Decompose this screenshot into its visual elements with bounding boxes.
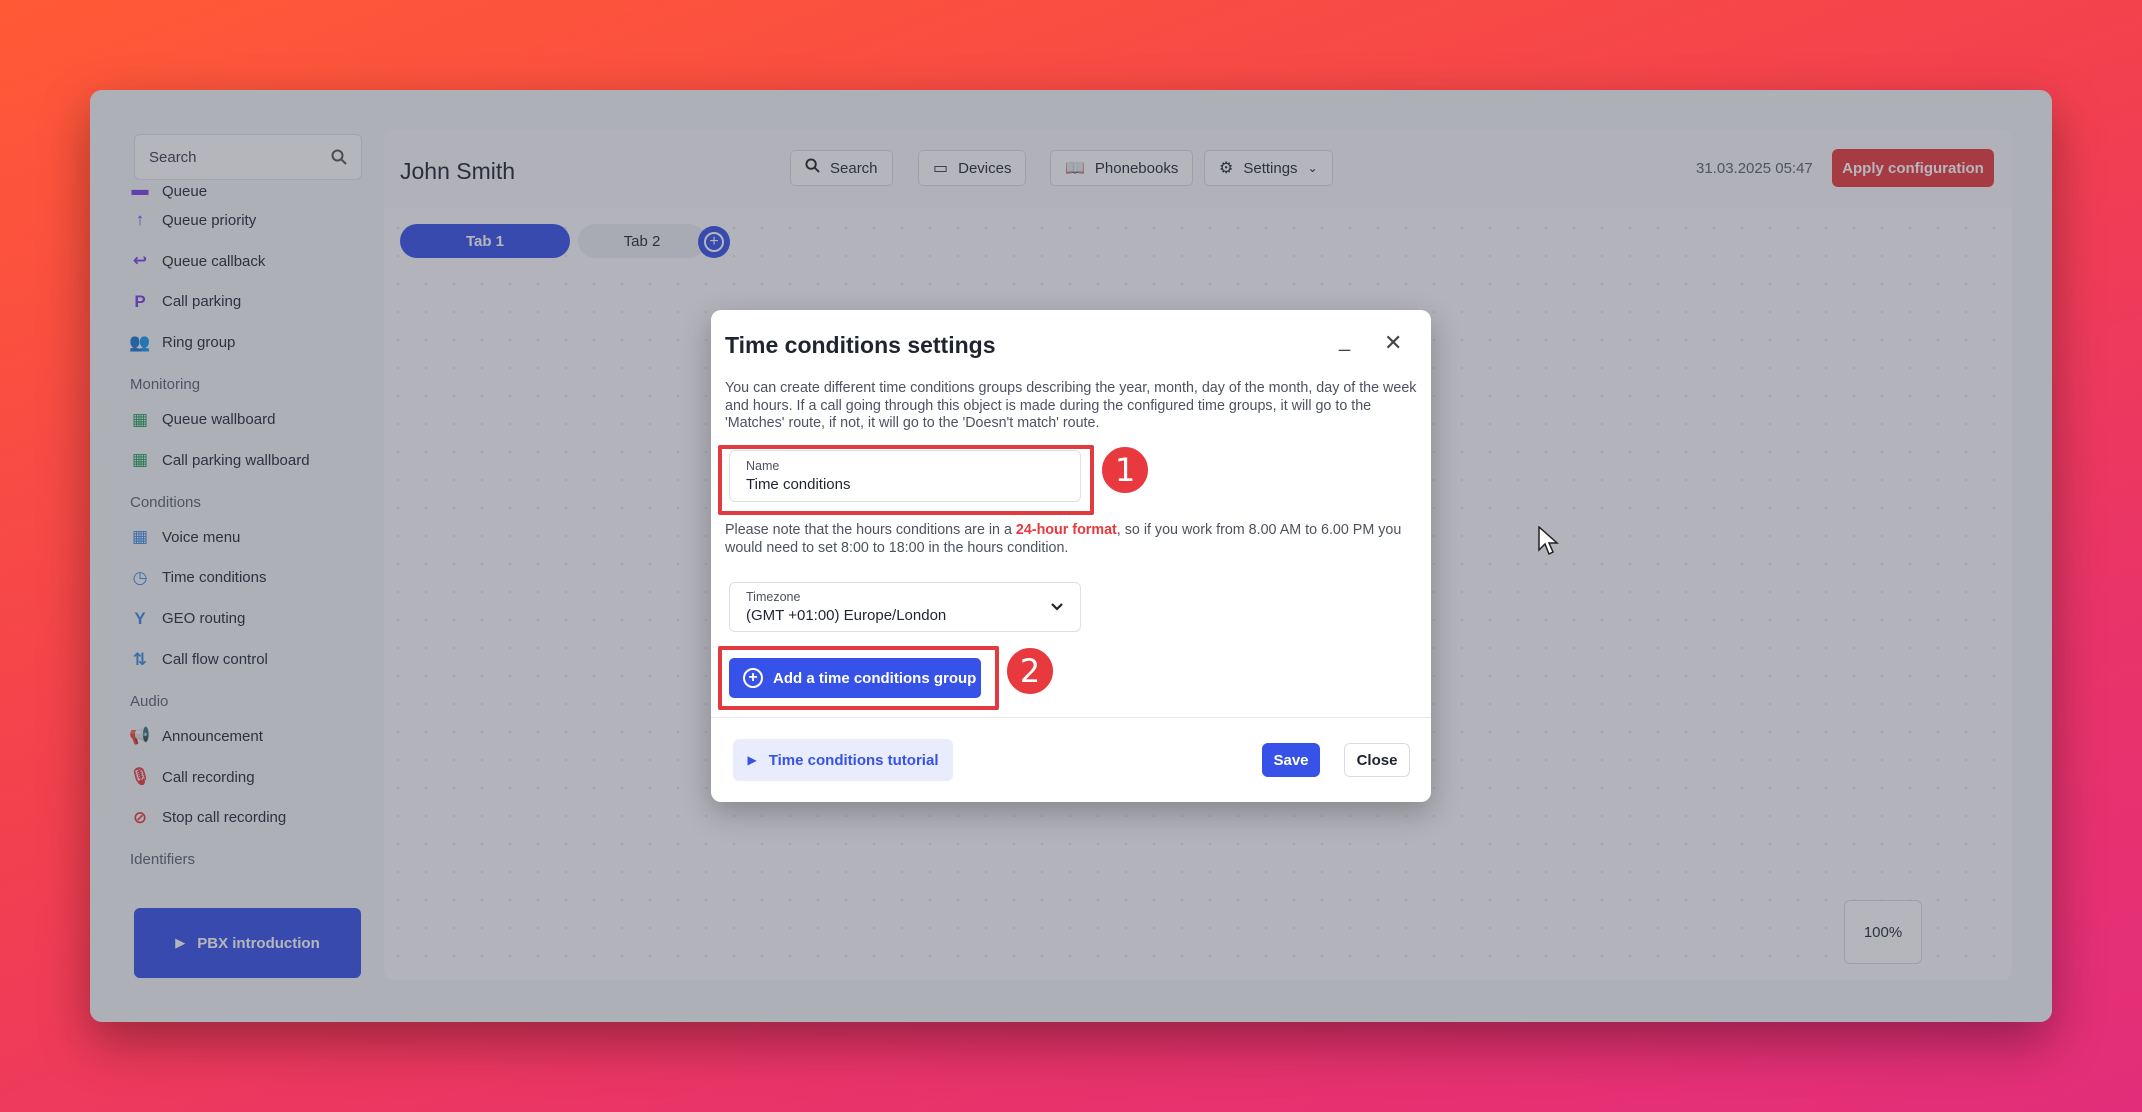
modal-divider	[711, 717, 1431, 718]
highlight-box-name	[718, 445, 1094, 515]
modal-description: You can create different time conditions…	[725, 380, 1417, 431]
close-icon[interactable]: ✕	[1384, 330, 1402, 356]
modal-title: Time conditions settings	[725, 332, 996, 358]
hours-note-text-1: Please note that the hours conditions ar…	[725, 522, 1016, 538]
play-icon: ▶	[747, 753, 757, 767]
minimize-icon[interactable]: _	[1339, 330, 1350, 353]
tutorial-label: Time conditions tutorial	[768, 751, 939, 769]
close-button[interactable]: Close	[1344, 743, 1410, 777]
chevron-down-icon	[1050, 599, 1064, 615]
hours-note: Please note that the hours conditions ar…	[725, 522, 1421, 557]
highlight-box-add-group	[718, 646, 999, 710]
step-badge-1: 1	[1099, 444, 1151, 496]
timezone-value: (GMT +01:00) Europe/London	[746, 607, 947, 624]
hours-note-highlight: 24-hour format	[1015, 522, 1117, 538]
time-conditions-tutorial-button[interactable]: ▶ Time conditions tutorial	[733, 739, 953, 781]
mouse-cursor-icon	[1538, 526, 1559, 556]
time-conditions-modal: Time conditions settings _ ✕ You can cre…	[711, 310, 1431, 802]
timezone-select[interactable]: Timezone (GMT +01:00) Europe/London	[729, 582, 1081, 632]
save-button[interactable]: Save	[1262, 743, 1320, 777]
step-badge-2: 2	[1004, 645, 1056, 697]
timezone-label: Timezone	[746, 590, 801, 604]
